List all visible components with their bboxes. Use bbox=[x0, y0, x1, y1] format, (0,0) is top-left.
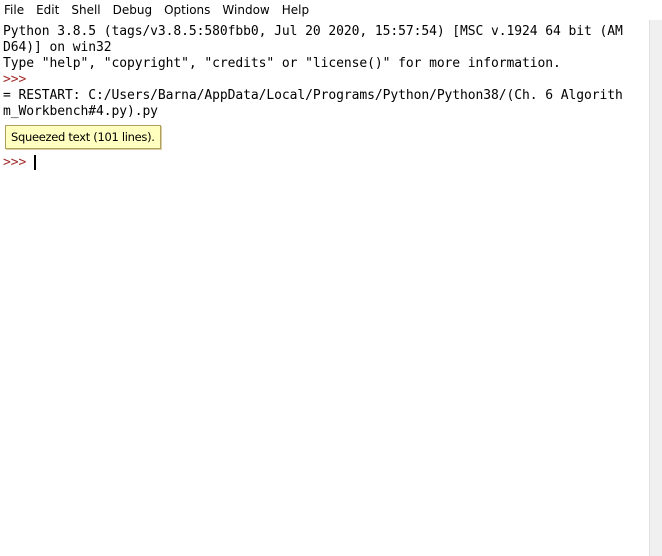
shell-prompt: >>> bbox=[3, 72, 27, 87]
shell-line-banner-2: D64)] on win32 bbox=[3, 40, 112, 55]
shell-line-restart-2: m_Workbench#4.py).py bbox=[3, 104, 158, 119]
shell-line-banner-3: Type "help", "copyright", "credits" or "… bbox=[3, 56, 561, 71]
idle-shell-window: File Edit Shell Debug Options Window Hel… bbox=[0, 0, 662, 556]
menu-shell[interactable]: Shell bbox=[65, 0, 106, 20]
vertical-scrollbar[interactable] bbox=[649, 20, 662, 556]
menu-edit[interactable]: Edit bbox=[30, 0, 65, 20]
menu-debug[interactable]: Debug bbox=[107, 0, 158, 20]
menu-window[interactable]: Window bbox=[216, 0, 275, 20]
text-cursor bbox=[34, 155, 36, 170]
current-shell-prompt: >>> bbox=[3, 155, 27, 170]
shell-line-restart-1: = RESTART: C:/Users/Barna/AppData/Local/… bbox=[3, 88, 623, 103]
shell-line-banner-1: Python 3.8.5 (tags/v3.8.5:580fbb0, Jul 2… bbox=[3, 24, 623, 39]
menu-file[interactable]: File bbox=[0, 0, 30, 20]
shell-text-area[interactable]: Python 3.8.5 (tags/v3.8.5:580fbb0, Jul 2… bbox=[0, 20, 649, 556]
squeezed-text-button[interactable]: Squeezed text (101 lines). bbox=[5, 125, 161, 149]
menu-bar: File Edit Shell Debug Options Window Hel… bbox=[0, 0, 662, 20]
menu-options[interactable]: Options bbox=[158, 0, 216, 20]
menu-help[interactable]: Help bbox=[276, 0, 315, 20]
